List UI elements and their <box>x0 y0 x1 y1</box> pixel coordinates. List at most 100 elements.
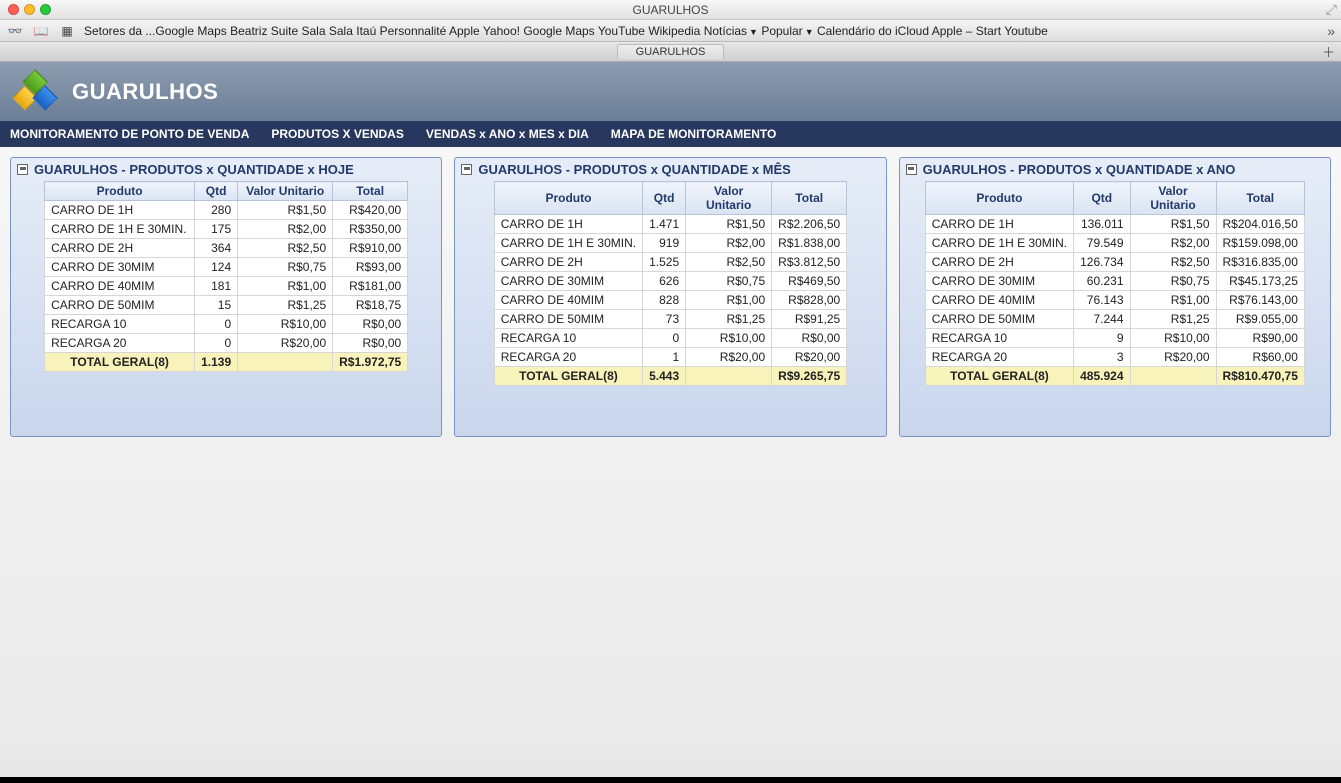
bookmark-item[interactable]: Youtube <box>1004 24 1048 38</box>
bottom-edge <box>0 777 1341 783</box>
column-header[interactable]: Valor Unitario <box>238 182 333 201</box>
cell: R$910,00 <box>333 239 408 258</box>
cell: R$2,00 <box>238 220 333 239</box>
column-header[interactable]: Total <box>772 182 847 215</box>
column-header[interactable]: Total <box>333 182 408 201</box>
resize-icon[interactable]: ⤢ <box>1326 1 1337 18</box>
cell: 364 <box>195 239 238 258</box>
bookmark-item[interactable]: Beatriz <box>230 24 267 38</box>
nav-item-mapa[interactable]: MAPA DE MONITORAMENTO <box>611 127 777 141</box>
cell: R$10,00 <box>238 315 333 334</box>
cell: R$0,00 <box>333 334 408 353</box>
cell: R$159.098,00 <box>1216 234 1304 253</box>
nav-item-vendas-ano-mes-dia[interactable]: VENDAS x ANO x MES x DIA <box>426 127 589 141</box>
data-table: ProdutoQtdValor UnitarioTotalCARRO DE 1H… <box>925 181 1305 386</box>
grid-icon[interactable]: ▦ <box>58 24 76 38</box>
cell: R$1,50 <box>238 201 333 220</box>
column-header[interactable]: Produto <box>925 182 1073 215</box>
panel-minimize-icon[interactable] <box>906 164 917 175</box>
cell: R$20,00 <box>686 348 772 367</box>
total-cell: 485.924 <box>1074 367 1130 386</box>
table-row: CARRO DE 1H136.011R$1,50R$204.016,50 <box>925 215 1304 234</box>
bookmark-item[interactable]: Sala <box>302 24 326 38</box>
cell: R$1,00 <box>686 291 772 310</box>
column-header[interactable]: Qtd <box>643 182 686 215</box>
column-header[interactable]: Qtd <box>195 182 238 201</box>
column-header[interactable]: Valor Unitario <box>1130 182 1216 215</box>
total-cell: R$9.265,75 <box>772 367 847 386</box>
bookmark-item[interactable]: Popular▼ <box>761 24 813 38</box>
cell: R$420,00 <box>333 201 408 220</box>
bookmark-item[interactable]: Sala <box>329 24 353 38</box>
book-icon[interactable]: 📖 <box>32 24 50 38</box>
panel-minimize-icon[interactable] <box>461 164 472 175</box>
cell: R$1,50 <box>686 215 772 234</box>
browser-tab[interactable]: GUARULHOS <box>617 44 725 59</box>
bookmark-item[interactable]: Google Maps <box>523 24 594 38</box>
cell: 76.143 <box>1074 291 1130 310</box>
column-header[interactable]: Qtd <box>1074 182 1130 215</box>
cell: R$76.143,00 <box>1216 291 1304 310</box>
cell: R$20,00 <box>1130 348 1216 367</box>
cell: 0 <box>643 329 686 348</box>
window-title: GUARULHOS <box>0 3 1341 17</box>
content-area: GUARULHOS - PRODUTOS x QUANTIDADE x HOJE… <box>0 147 1341 760</box>
bookmark-item[interactable]: Notícias▼ <box>704 24 758 38</box>
cell: R$3.812,50 <box>772 253 847 272</box>
table-row: CARRO DE 50MIM15R$1,25R$18,75 <box>45 296 408 315</box>
cell: R$0,00 <box>333 315 408 334</box>
cell: R$45.173,25 <box>1216 272 1304 291</box>
data-panel: GUARULHOS - PRODUTOS x QUANTIDADE x HOJE… <box>10 157 442 437</box>
panel-title: GUARULHOS - PRODUTOS x QUANTIDADE x MÊS <box>478 162 791 177</box>
total-cell <box>686 367 772 386</box>
total-cell: TOTAL GERAL(8) <box>494 367 642 386</box>
cell: 1 <box>643 348 686 367</box>
bookmark-item[interactable]: Calendário do iCloud <box>817 24 929 38</box>
table-row: RECARGA 100R$10,00R$0,00 <box>494 329 846 348</box>
table-row: CARRO DE 40MIM828R$1,00R$828,00 <box>494 291 846 310</box>
cell: 124 <box>195 258 238 277</box>
bookmark-item[interactable]: YouTube <box>598 24 645 38</box>
column-header[interactable]: Produto <box>45 182 195 201</box>
panel-title: GUARULHOS - PRODUTOS x QUANTIDADE x ANO <box>923 162 1236 177</box>
panel-minimize-icon[interactable] <box>17 164 28 175</box>
cell: R$18,75 <box>333 296 408 315</box>
tab-bar: GUARULHOS ＋ <box>0 42 1341 62</box>
cell: 79.549 <box>1074 234 1130 253</box>
bookmark-item[interactable]: Apple – Start <box>932 24 1001 38</box>
table-row: CARRO DE 1H E 30MIN.79.549R$2,00R$159.09… <box>925 234 1304 253</box>
table-row: CARRO DE 30MIM60.231R$0,75R$45.173,25 <box>925 272 1304 291</box>
cell: RECARGA 20 <box>494 348 642 367</box>
bookmark-item[interactable]: Suite <box>271 24 298 38</box>
bookmark-item[interactable]: Setores da ...Google Maps <box>84 24 227 38</box>
new-tab-button[interactable]: ＋ <box>1322 42 1335 61</box>
bookmark-item[interactable]: Apple <box>449 24 480 38</box>
reading-list-icon[interactable]: 👓 <box>6 24 24 38</box>
table-row: CARRO DE 1H280R$1,50R$420,00 <box>45 201 408 220</box>
bookmark-item[interactable]: Itaú Personnalité <box>356 24 446 38</box>
bookmark-item[interactable]: Yahoo! <box>483 24 520 38</box>
cell: R$0,75 <box>1130 272 1216 291</box>
total-cell: 1.139 <box>195 353 238 372</box>
cell: R$2,00 <box>686 234 772 253</box>
table-row: CARRO DE 50MIM73R$1,25R$91,25 <box>494 310 846 329</box>
overflow-icon[interactable]: » <box>1327 23 1335 39</box>
nav-item-produtos-vendas[interactable]: PRODUTOS X VENDAS <box>271 127 403 141</box>
cell: 280 <box>195 201 238 220</box>
cell: R$316.835,00 <box>1216 253 1304 272</box>
bookmark-item[interactable]: Wikipedia <box>648 24 700 38</box>
cell: CARRO DE 1H E 30MIN. <box>494 234 642 253</box>
cell: 626 <box>643 272 686 291</box>
table-row: RECARGA 200R$20,00R$0,00 <box>45 334 408 353</box>
window-title-bar: GUARULHOS ⤢ <box>0 0 1341 20</box>
cell: R$2,50 <box>1130 253 1216 272</box>
nav-item-monitoramento[interactable]: MONITORAMENTO DE PONTO DE VENDA <box>10 127 249 141</box>
cell: 9 <box>1074 329 1130 348</box>
cell: 136.011 <box>1074 215 1130 234</box>
app-logo <box>14 71 56 113</box>
cell: R$10,00 <box>686 329 772 348</box>
column-header[interactable]: Total <box>1216 182 1304 215</box>
column-header[interactable]: Valor Unitario <box>686 182 772 215</box>
cell: R$20,00 <box>238 334 333 353</box>
column-header[interactable]: Produto <box>494 182 642 215</box>
